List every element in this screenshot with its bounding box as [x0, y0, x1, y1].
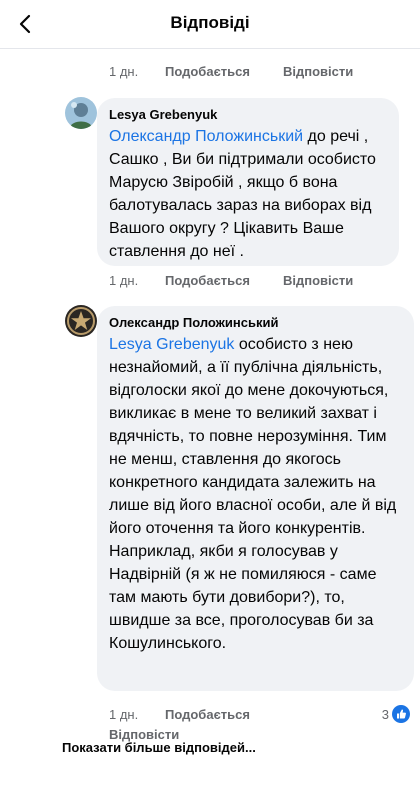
like-button[interactable]: Подобається — [165, 273, 283, 288]
header-bar: Відповіді — [0, 0, 420, 49]
comment-actions: 1 дн. Подобається Відповісти — [109, 64, 353, 79]
comment-actions: 1 дн. Подобається Відповісти — [109, 273, 353, 288]
comment-time: 1 дн. — [109, 273, 139, 288]
page-title: Відповіді — [170, 13, 250, 32]
reaction-count[interactable]: 3 — [382, 705, 410, 723]
mention-link[interactable]: Lesya Grebenyuk — [109, 336, 234, 353]
show-more-replies[interactable]: Показати більше відповідей... — [62, 740, 256, 755]
comment-author[interactable]: Lesya Grebenyuk — [109, 106, 387, 123]
comment-text: Lesya Grebenyuk особисто з нею незнайоми… — [109, 333, 402, 655]
reply-button[interactable]: Відповісти — [283, 273, 353, 288]
comment-bubble: Lesya Grebenyuk Олександр Положинський д… — [97, 98, 399, 266]
avatar-icon — [65, 97, 97, 129]
comment-time: 1 дн. — [109, 707, 139, 722]
comment-body: до речі , Сашко , Ви би підтримали особи… — [109, 128, 376, 260]
like-reaction-icon — [392, 705, 410, 723]
comment-time: 1 дн. — [109, 64, 139, 79]
like-button[interactable]: Подобається — [165, 64, 283, 79]
avatar-icon — [65, 305, 97, 337]
reply-button[interactable]: Відповісти — [283, 64, 353, 79]
comment-author[interactable]: Олександр Положинський — [109, 314, 402, 331]
reaction-count-label: 3 — [381, 706, 389, 722]
comment-text: Олександр Положинський до речі , Сашко ,… — [109, 125, 387, 263]
like-button[interactable]: Подобається — [165, 707, 283, 722]
comment-actions: 1 дн. Подобається — [109, 707, 283, 722]
comment-bubble: Олександр Положинський Lesya Grebenyuk о… — [97, 306, 414, 691]
avatar[interactable] — [65, 97, 97, 129]
avatar[interactable] — [65, 305, 97, 337]
comment-body: особисто з нею незнайомий, а її публічна… — [109, 336, 397, 652]
mention-link[interactable]: Олександр Положинський — [109, 128, 303, 145]
